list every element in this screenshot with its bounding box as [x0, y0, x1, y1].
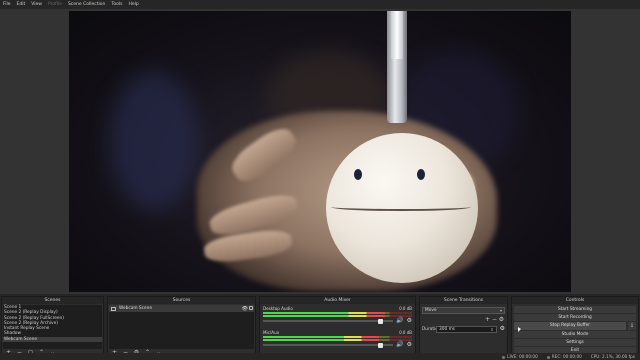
mixer-track-desktop: Desktop Audio 0.0 dB 🔊 ⚙: [263, 306, 412, 330]
gear-icon[interactable]: ⚙: [407, 318, 412, 324]
start-streaming-button[interactable]: Start Streaming: [514, 306, 636, 314]
meter-level: [263, 336, 380, 338]
duration-label: Duration: [422, 326, 441, 332]
meter-level: [263, 312, 386, 314]
gear-icon[interactable]: ⚙: [407, 342, 412, 348]
controls-buttons: Start Streaming Start Recording Stop Rep…: [512, 306, 638, 355]
start-recording-button[interactable]: Start Recording: [514, 314, 636, 322]
chevron-down-icon: ▾: [499, 307, 502, 313]
obs-window: File Edit View Profile Scene Collection …: [0, 0, 640, 360]
track-name: Mic/Aux: [263, 330, 280, 335]
rec-status: REC: 00:00:00: [546, 353, 582, 360]
duration-row: Duration 300 ms ⇕ ⚙: [422, 325, 505, 333]
meter-level: [263, 339, 380, 341]
live-dot-icon: [502, 355, 506, 359]
source-label: Webcam Scene: [119, 306, 153, 311]
save-replay-icon[interactable]: ⤓: [628, 322, 636, 330]
volume-meter: [263, 336, 412, 338]
mouse-cursor: [518, 327, 521, 332]
source-item[interactable]: Webcam Scene 👁: [109, 305, 254, 312]
track-db: 0.0 dB: [399, 330, 412, 335]
scenes-title: Scenes: [2, 297, 103, 304]
visibility-eye-icon[interactable]: 👁: [242, 306, 248, 312]
settings-button[interactable]: Settings: [514, 338, 636, 346]
volume-slider[interactable]: [263, 318, 394, 324]
add-transition-button[interactable]: +: [484, 316, 491, 324]
sources-dock: Sources Webcam Scene 👁 + − ⚙ ⌃ ⌄: [107, 296, 256, 358]
menu-profile[interactable]: Profile: [48, 0, 62, 9]
scenes-list[interactable]: Scene 1 Scene 2 (Replay Display) Scene 2 (…: [3, 305, 102, 349]
menu-bar: File Edit View Profile Scene Collection …: [0, 0, 640, 9]
volume-slider-thumb[interactable]: [377, 342, 383, 348]
duration-value: 300 ms: [439, 326, 455, 332]
controls-dock: Controls Start Streaming Start Recording…: [511, 296, 639, 358]
volume-slider-row: 🔊 ⚙: [263, 342, 412, 348]
transition-tools: + − ⚙: [422, 316, 505, 324]
mixer-body: Desktop Audio 0.0 dB 🔊 ⚙ Mic/Aux 0.0 dB: [261, 305, 414, 356]
rec-timer: REC: 00:00:00: [551, 354, 582, 359]
scene-source-icon: [111, 306, 116, 311]
volume-meter: [263, 315, 412, 317]
scene-transitions-dock: Scene Transitions Move ▾ + − ⚙ Duration …: [419, 296, 508, 358]
gear-icon[interactable]: ⚙: [500, 326, 505, 332]
transition-select-row: Move ▾: [422, 306, 505, 314]
menu-tools[interactable]: Tools: [111, 0, 122, 9]
lock-icon[interactable]: [249, 306, 253, 310]
eye: [354, 169, 362, 180]
remove-transition-button[interactable]: −: [491, 316, 498, 324]
live-timer: LIVE: 00:00:00: [507, 354, 538, 359]
preview-canvas[interactable]: [69, 11, 571, 292]
duration-input[interactable]: 300 ms ⇕: [436, 325, 497, 333]
speaker-icon[interactable]: 🔊: [396, 318, 403, 324]
volume-meter: [263, 312, 412, 314]
dock-area: Scenes Scene 1 Scene 2 (Replay Display) Sc…: [0, 294, 640, 360]
live-status: LIVE: 00:00:00: [502, 353, 538, 360]
speaker-icon[interactable]: 🔊: [396, 342, 403, 348]
volume-slider-row: 🔊 ⚙: [263, 318, 412, 324]
transition-value: Move: [425, 307, 437, 313]
otamatone-stem-highlight: [391, 11, 403, 59]
background-light: [109, 71, 199, 211]
preview-area: [0, 9, 640, 294]
sources-title: Sources: [108, 297, 255, 304]
status-bar: LIVE: 00:00:00 REC: 00:00:00 CPU: 2.1%, …: [0, 353, 640, 360]
studio-mode-button[interactable]: Studio Mode: [514, 330, 636, 338]
audio-mixer-dock: Audio Mixer Desktop Audio 0.0 dB 🔊 ⚙ Mic…: [259, 296, 416, 358]
stop-replay-buffer-button[interactable]: Stop Replay Buffer: [514, 322, 626, 330]
cpu-status: CPU: 2.1%, 30.00 fps: [590, 354, 635, 359]
menu-file[interactable]: File: [3, 0, 11, 9]
replay-buffer-row: Stop Replay Buffer ⤓: [512, 322, 638, 330]
menu-view[interactable]: View: [31, 0, 42, 9]
scene-transitions-title: Scene Transitions: [420, 297, 507, 304]
eye: [417, 169, 425, 180]
transition-properties-button[interactable]: ⚙: [498, 316, 505, 324]
otamatone-mouth: [331, 203, 471, 211]
audio-mixer-title: Audio Mixer: [260, 297, 415, 304]
scenes-dock: Scenes Scene 1 Scene 2 (Replay Display) Sc…: [1, 296, 104, 358]
volume-slider-thumb[interactable]: [377, 318, 383, 324]
track-db: 0.0 dB: [399, 306, 412, 311]
mixer-track-mic: Mic/Aux 0.0 dB 🔊 ⚙: [263, 330, 412, 354]
sources-list[interactable]: Webcam Scene 👁: [109, 305, 254, 349]
volume-meter: [263, 339, 412, 341]
rec-dot-icon: [546, 355, 550, 359]
controls-title: Controls: [512, 297, 638, 304]
track-name: Desktop Audio: [263, 306, 293, 311]
menu-edit[interactable]: Edit: [17, 0, 26, 9]
volume-slider[interactable]: [263, 342, 394, 348]
meter-level: [263, 315, 386, 317]
scene-item[interactable]: Webcam Scene: [3, 336, 102, 343]
menu-scene-collection[interactable]: Scene Collection: [68, 0, 105, 9]
spinner-icon[interactable]: ⇕: [490, 327, 493, 333]
menu-help[interactable]: Help: [128, 0, 138, 9]
transition-select[interactable]: Move ▾: [422, 306, 505, 314]
